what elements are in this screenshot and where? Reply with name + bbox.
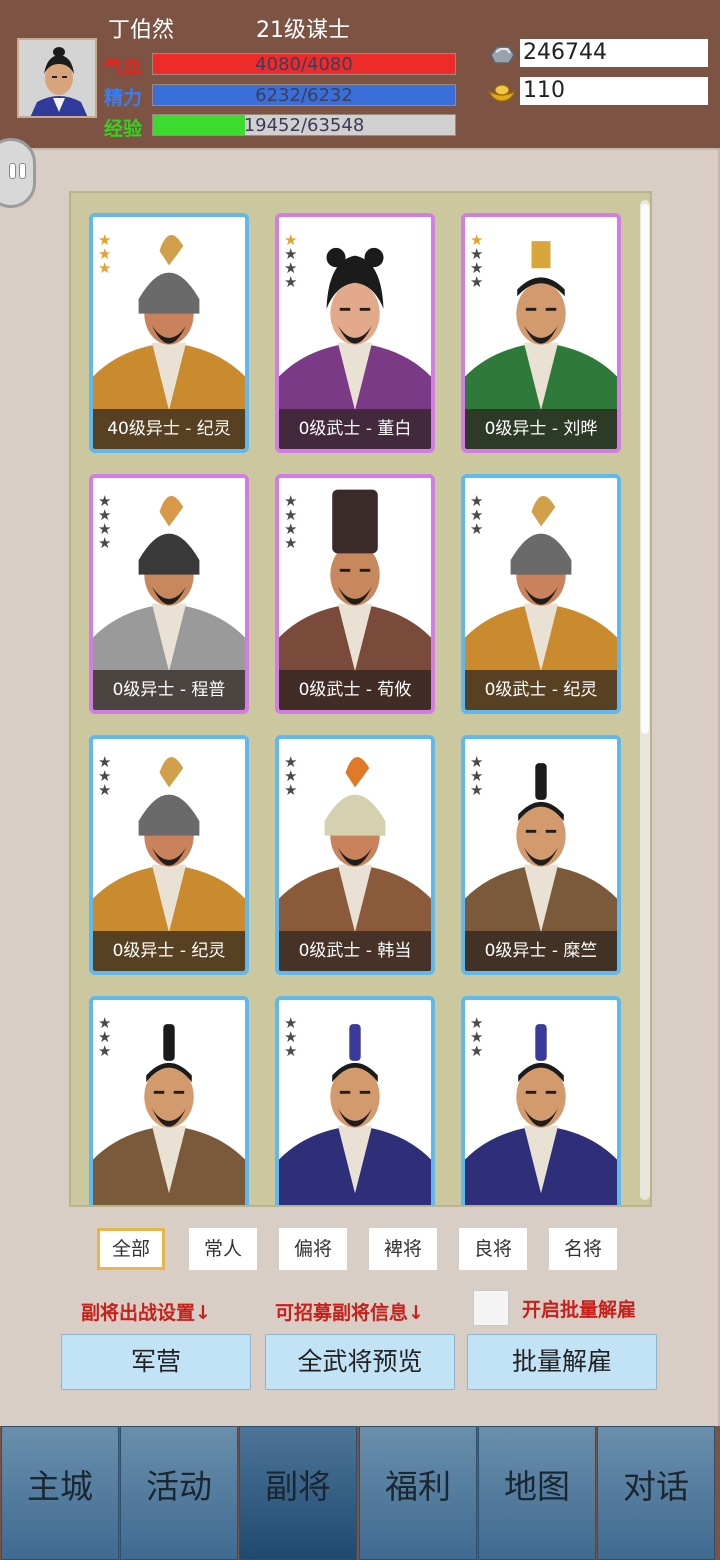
energy-value: 6232/6232 (255, 85, 353, 106)
general-card[interactable]: ★ ★ ★ 0级异士 - 纪灵 (89, 735, 249, 975)
filter-tab[interactable]: 全部 (97, 1228, 165, 1270)
exp-bar: 19452/63548 (152, 114, 456, 136)
general-name-label: 40级异士 - 纪灵 (93, 409, 245, 449)
general-star-rating: ★ ★ ★ (98, 755, 114, 799)
gold-ingot-icon (487, 84, 517, 102)
gray-star-icon: ★ (98, 534, 112, 552)
batch-dismiss-toggle-label: 开启批量解雇 (522, 1299, 637, 1321)
general-name-label: 0级异士 - 刘晔 (465, 409, 617, 449)
hp-value: 4080/4080 (255, 54, 353, 75)
general-card[interactable]: ★ ★ ★ ★ 0级武士 - 荀攸 (275, 474, 435, 714)
filter-tab[interactable]: 良将 (459, 1228, 527, 1270)
gray-star-icon: ★ (470, 1042, 484, 1060)
bottom-nav-tab[interactable]: 福利 (359, 1426, 477, 1560)
general-star-rating: ★ ★ ★ (98, 233, 114, 277)
general-card[interactable]: ★ ★ ★ ★ 0级异士 - 刘晔 (461, 213, 621, 453)
barracks-button[interactable]: 军营 (61, 1334, 251, 1390)
player-level-title: 21级谋士 (256, 18, 350, 43)
player-header: 丁伯然 21级谋士 气血 4080/4080 精力 6232/6232 经验 1… (0, 0, 720, 148)
general-name-label: 0级异士 - 程普 (93, 670, 245, 710)
bottom-nav-tab[interactable]: 活动 (120, 1426, 238, 1560)
general-name-label: 0级武士 - 董白 (279, 409, 431, 449)
gold-amount: 110 (520, 77, 708, 105)
general-card[interactable]: ★ ★ ★ (461, 996, 621, 1205)
bottom-nav-tab[interactable]: 地图 (478, 1426, 596, 1560)
player-avatar[interactable] (17, 38, 97, 118)
gray-star-icon: ★ (284, 1042, 298, 1060)
general-star-rating: ★ ★ ★ (284, 755, 300, 799)
filter-tab[interactable]: 常人 (189, 1228, 257, 1270)
gray-star-icon: ★ (284, 534, 298, 552)
general-card[interactable]: ★ ★ ★ 0级武士 - 韩当 (275, 735, 435, 975)
bottom-nav-tab[interactable]: 主城 (1, 1426, 119, 1560)
silver-ingot-icon (490, 46, 515, 64)
gray-star-icon: ★ (98, 1042, 112, 1060)
general-name-label: 0级武士 - 纪灵 (465, 670, 617, 710)
energy-label: 精力 (104, 87, 143, 109)
exp-label: 经验 (104, 118, 143, 140)
gray-star-icon: ★ (98, 781, 112, 799)
filter-tab[interactable]: 裨将 (369, 1228, 437, 1270)
preview-all-generals-button[interactable]: 全武将预览 (265, 1334, 455, 1390)
hp-bar: 4080/4080 (152, 53, 456, 75)
general-card[interactable]: ★ ★ ★ 40级异士 - 纪灵 (89, 213, 249, 453)
general-card[interactable]: ★ ★ ★ 0级武士 - 纪灵 (461, 474, 621, 714)
gray-star-icon: ★ (470, 273, 484, 291)
general-card[interactable]: ★ ★ ★ ★ 0级武士 - 董白 (275, 213, 435, 453)
filter-tab[interactable]: 偏将 (279, 1228, 347, 1270)
filter-tab[interactable]: 名将 (549, 1228, 617, 1270)
gray-star-icon: ★ (284, 273, 298, 291)
general-star-rating: ★ ★ ★ ★ (284, 494, 300, 552)
bottom-nav-tab[interactable]: 对话 (597, 1426, 715, 1560)
general-star-rating: ★ ★ ★ (98, 1016, 114, 1060)
side-menu-toggle[interactable] (0, 138, 36, 208)
general-star-rating: ★ ★ ★ ★ (98, 494, 114, 552)
general-card[interactable]: ★ ★ ★ 0级异士 - 糜竺 (461, 735, 621, 975)
general-card[interactable]: ★ ★ ★ (89, 996, 249, 1205)
hp-label: 气血 (104, 56, 143, 78)
general-star-rating: ★ ★ ★ (470, 494, 486, 538)
exp-value: 19452/63548 (243, 115, 365, 136)
batch-dismiss-checkbox[interactable] (473, 1290, 509, 1326)
energy-bar: 6232/6232 (152, 84, 456, 106)
general-name-label: 0级异士 - 纪灵 (93, 931, 245, 971)
general-card[interactable]: ★ ★ ★ (275, 996, 435, 1205)
general-star-rating: ★ ★ ★ (470, 1016, 486, 1060)
player-name: 丁伯然 (108, 18, 175, 43)
gray-star-icon: ★ (284, 781, 298, 799)
bottom-nav-tab[interactable]: 副将 (239, 1426, 357, 1560)
general-star-rating: ★ ★ ★ (284, 1016, 300, 1060)
general-name-label: 0级武士 - 荀攸 (279, 670, 431, 710)
general-star-rating: ★ ★ ★ (470, 755, 486, 799)
batch-dismiss-button[interactable]: 批量解雇 (467, 1334, 657, 1390)
recruit-info-label[interactable]: 可招募副将信息↓ (275, 1298, 424, 1325)
generals-grid[interactable]: ★ ★ ★ 40级异士 - 纪灵 ★ ★ ★ ★ 0级武士 - 董白 ★ ★ ★ ★ 0级异士 - 刘… (69, 191, 652, 1207)
scrollbar-thumb[interactable] (641, 204, 649, 734)
gray-star-icon: ★ (470, 520, 484, 538)
general-star-rating: ★ ★ ★ ★ (470, 233, 486, 291)
general-card[interactable]: ★ ★ ★ ★ 0级异士 - 程普 (89, 474, 249, 714)
generals-scrollbar[interactable] (640, 200, 650, 1200)
general-name-label: 0级武士 - 韩当 (279, 931, 431, 971)
general-star-rating: ★ ★ ★ ★ (284, 233, 300, 291)
gold-star-icon: ★ (98, 259, 112, 277)
general-name-label: 0级异士 - 糜竺 (465, 931, 617, 971)
gray-star-icon: ★ (470, 781, 484, 799)
silver-amount: 246744 (520, 39, 708, 67)
deploy-settings-label[interactable]: 副将出战设置↓ (81, 1298, 211, 1325)
